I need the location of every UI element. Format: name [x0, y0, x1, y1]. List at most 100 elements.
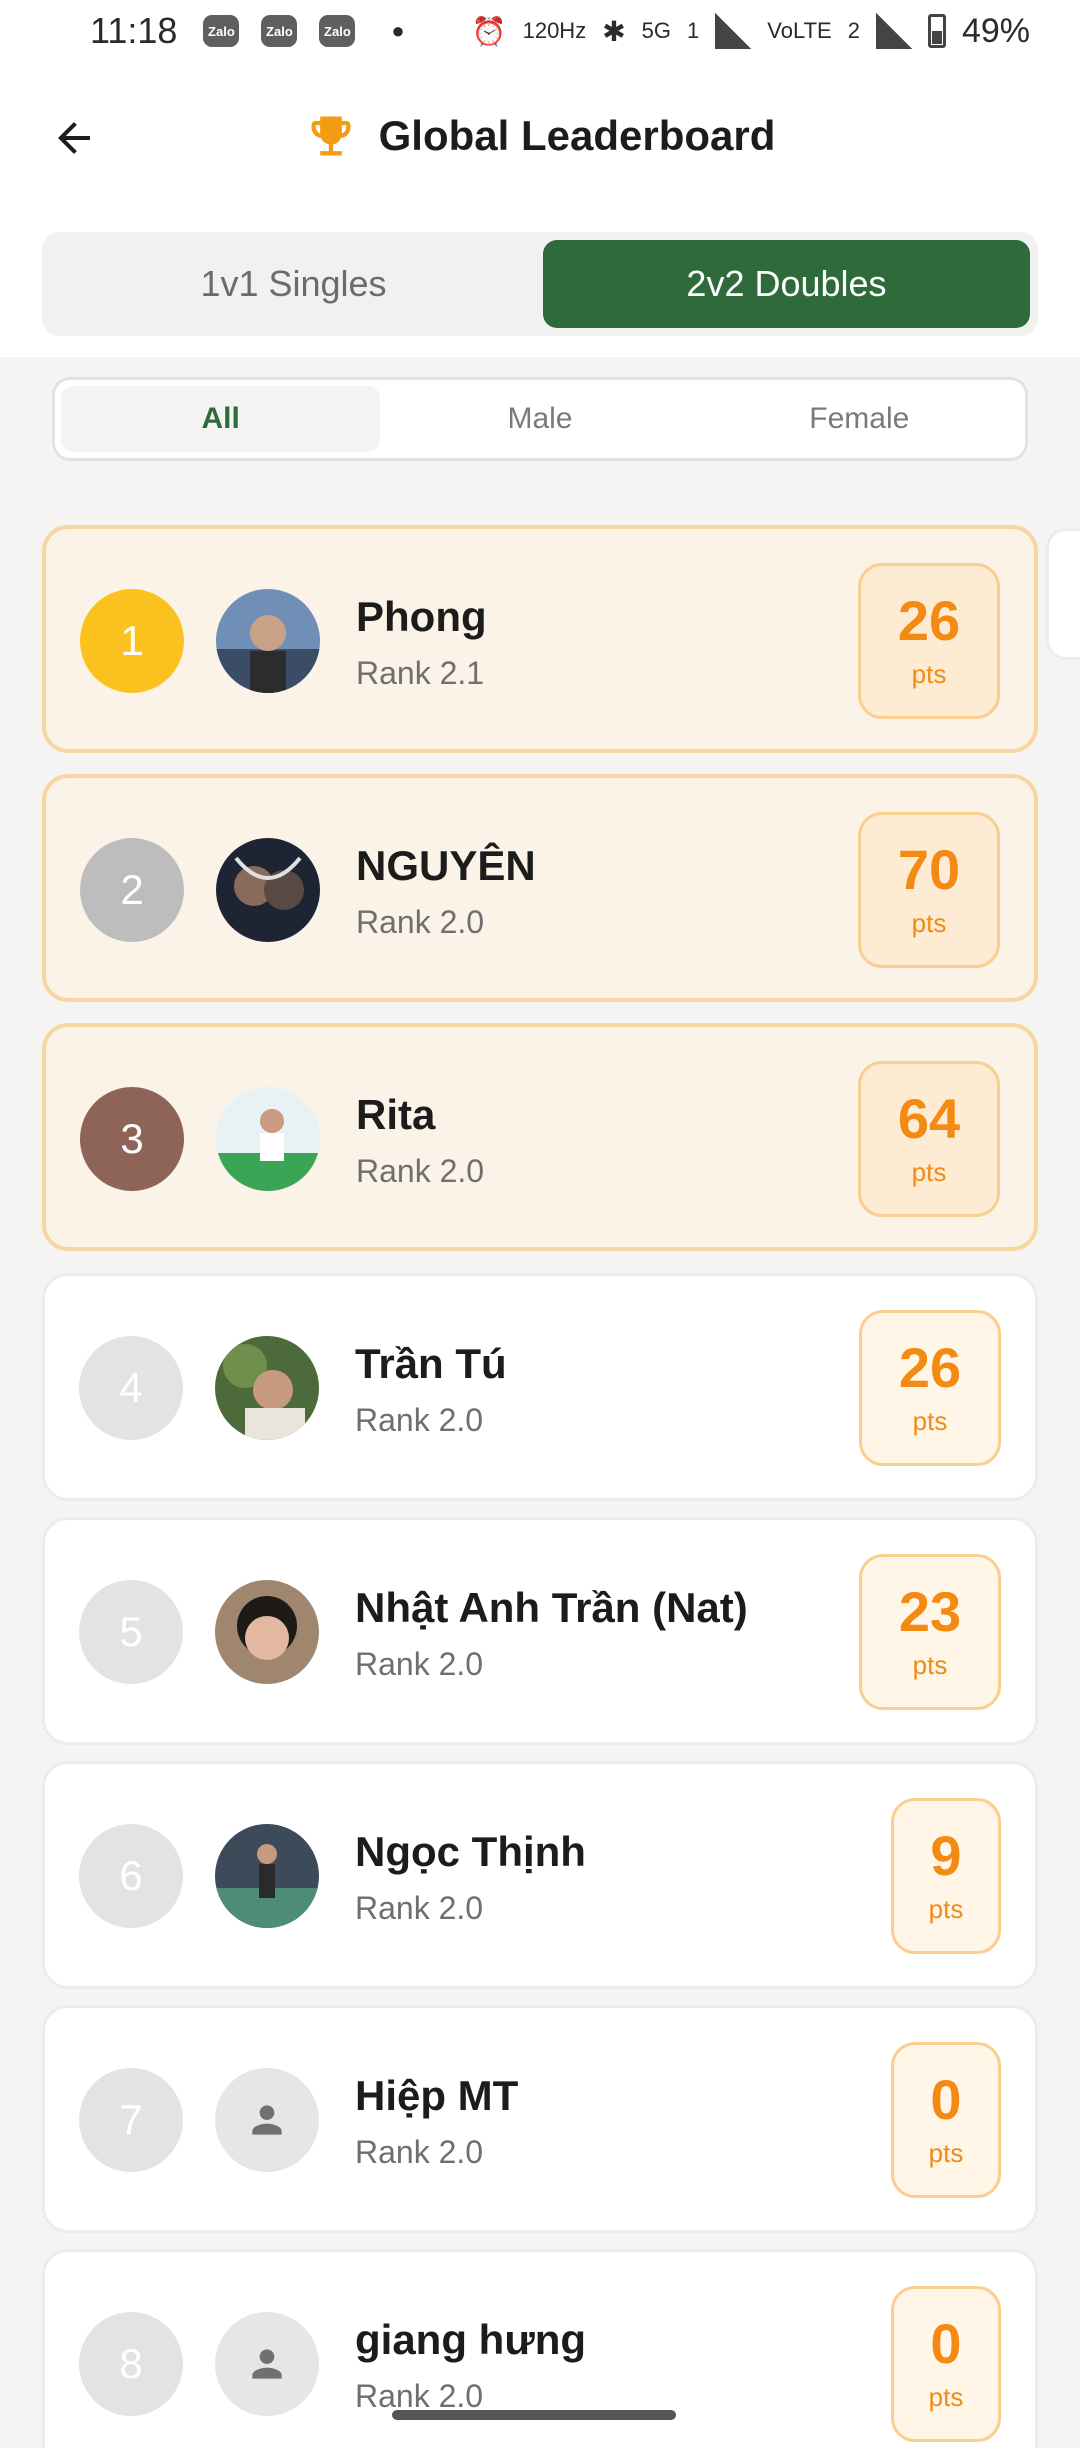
points-badge: 70 pts: [858, 812, 1000, 968]
volte-icon: VoLTE: [767, 18, 832, 43]
player-rank-level: Rank 2.1: [356, 655, 485, 691]
player-name: Trần Tú: [355, 1340, 507, 1387]
player-rank-level: Rank 2.0: [355, 1402, 484, 1438]
leaderboard-row[interactable]: 2 NGUYÊN Rank 2.0 70 pts: [42, 774, 1038, 1002]
rank-badge: 4: [79, 1336, 183, 1440]
bluetooth-icon: ✱: [602, 15, 626, 47]
person-placeholder-icon: [252, 2105, 282, 2135]
status-time: 11:18: [90, 10, 178, 51]
home-indicator[interactable]: [392, 2410, 676, 2420]
status-icons: ⏰ 120Hz ✱ 5G 1 VoLTE 2 49%: [472, 12, 1030, 51]
rank-badge: 3: [80, 1087, 184, 1191]
player-rank-level: Rank 2.0: [355, 1890, 484, 1926]
signal-icon: [715, 13, 752, 49]
player-rank-level: Rank 2.0: [356, 904, 485, 940]
filter-all[interactable]: All: [61, 386, 381, 452]
points-value: 26: [897, 588, 961, 652]
avatar: [215, 2068, 319, 2172]
player-name: Rita: [356, 1091, 436, 1138]
points-badge: 64 pts: [858, 1061, 1000, 1217]
player-photo: [216, 1087, 320, 1191]
points-value: 0: [930, 2067, 962, 2131]
player-photo: [216, 838, 320, 942]
points-badge: 0 pts: [891, 2042, 1001, 2198]
player-name: Ngọc Thịnh: [355, 1828, 586, 1875]
zalo-notification-icon: Zalo: [203, 15, 240, 47]
leaderboard-row[interactable]: 7 Hiệp MT Rank 2.0 0 pts: [42, 2005, 1038, 2233]
refresh-rate-icon: 120Hz: [522, 18, 587, 43]
player-name: Phong: [356, 593, 487, 640]
avatar: [216, 589, 320, 693]
points-unit: pts: [911, 907, 947, 938]
player-photo: [216, 589, 320, 693]
points-unit: pts: [928, 1893, 964, 1924]
leaderboard-row[interactable]: 6 Ngọc Thịnh Rank 2.0 9 pts: [42, 1761, 1038, 1989]
player-name: Nhật Anh Trần (Nat): [355, 1584, 748, 1631]
points-unit: pts: [911, 1156, 947, 1187]
title-wrap: Global Leaderboard: [0, 106, 1080, 166]
points-unit: pts: [928, 2137, 964, 2168]
filter-female[interactable]: Female: [700, 386, 1019, 452]
points-unit: pts: [912, 1405, 948, 1436]
filter-male[interactable]: Male: [380, 386, 699, 452]
zalo-notification-icon: Zalo: [319, 15, 356, 47]
sim1-badge: 1: [687, 18, 700, 43]
player-photo: [215, 1336, 319, 1440]
avatar: [215, 2312, 319, 2416]
alarm-icon: ⏰: [471, 15, 507, 47]
leaderboard-row[interactable]: 5 Nhật Anh Trần (Nat) Rank 2.0 23 pts: [42, 1517, 1038, 1745]
player-rank-level: Rank 2.0: [356, 1153, 485, 1189]
points-value: 9: [930, 1823, 962, 1887]
points-badge: 26 pts: [858, 563, 1000, 719]
points-badge: 26 pts: [859, 1310, 1001, 1466]
avatar: [216, 1087, 320, 1191]
rank-badge: 8: [79, 2312, 183, 2416]
trophy-icon: [311, 116, 351, 156]
player-rank-level: Rank 2.0: [355, 2134, 484, 2170]
rank-badge: 6: [79, 1824, 183, 1928]
tab-singles[interactable]: 1v1 Singles: [50, 240, 537, 328]
player-name: NGUYÊN: [356, 842, 536, 889]
leaderboard-row[interactable]: 1 Phong Rank 2.1 26 pts: [42, 525, 1038, 753]
leaderboard-row[interactable]: 4 Trần Tú Rank 2.0 26 pts: [42, 1273, 1038, 1501]
rank-badge: 7: [79, 2068, 183, 2172]
rank-badge: 1: [80, 589, 184, 693]
gender-filter: All Male Female: [52, 377, 1028, 461]
tab-doubles[interactable]: 2v2 Doubles: [543, 240, 1030, 328]
game-mode-toggle: 1v1 Singles 2v2 Doubles: [42, 232, 1038, 336]
points-value: 64: [897, 1086, 961, 1150]
signal-icon: [875, 13, 912, 49]
battery-percentage: 49%: [961, 11, 1030, 50]
points-value: 23: [898, 1579, 962, 1643]
player-photo: [215, 1580, 319, 1684]
avatar: [215, 1580, 319, 1684]
points-unit: pts: [928, 2381, 964, 2412]
avatar: [216, 838, 320, 942]
side-peek-card: [1046, 528, 1080, 660]
points-value: 70: [897, 837, 961, 901]
points-badge: 0 pts: [891, 2286, 1001, 2442]
player-name: giang hưng: [355, 2316, 587, 2363]
player-rank-level: Rank 2.0: [355, 1646, 484, 1682]
more-notifications-dot-icon: ●: [391, 18, 405, 43]
avatar: [215, 1336, 319, 1440]
rank-badge: 2: [80, 838, 184, 942]
page-title: Global Leaderboard: [378, 112, 776, 159]
points-badge: 23 pts: [859, 1554, 1001, 1710]
points-unit: pts: [911, 658, 947, 689]
leaderboard-row[interactable]: 3 Rita Rank 2.0 64 pts: [42, 1023, 1038, 1251]
avatar: [215, 1824, 319, 1928]
person-placeholder-icon: [252, 2349, 282, 2379]
points-value: 26: [898, 1335, 962, 1399]
header: Global Leaderboard 1v1 Singles 2v2 Doubl…: [0, 62, 1080, 357]
points-value: 0: [930, 2311, 962, 2375]
network-type: 5G: [641, 18, 672, 43]
battery-icon: [927, 14, 946, 48]
zalo-notification-icon: Zalo: [261, 15, 298, 47]
points-unit: pts: [912, 1649, 948, 1680]
rank-badge: 5: [79, 1580, 183, 1684]
status-bar: 11:18 Zalo Zalo Zalo ● ⏰ 120Hz ✱ 5G 1 Vo…: [0, 0, 1080, 62]
points-badge: 9 pts: [891, 1798, 1001, 1954]
sim2-badge: 2: [847, 18, 860, 43]
player-name: Hiệp MT: [355, 2072, 519, 2119]
